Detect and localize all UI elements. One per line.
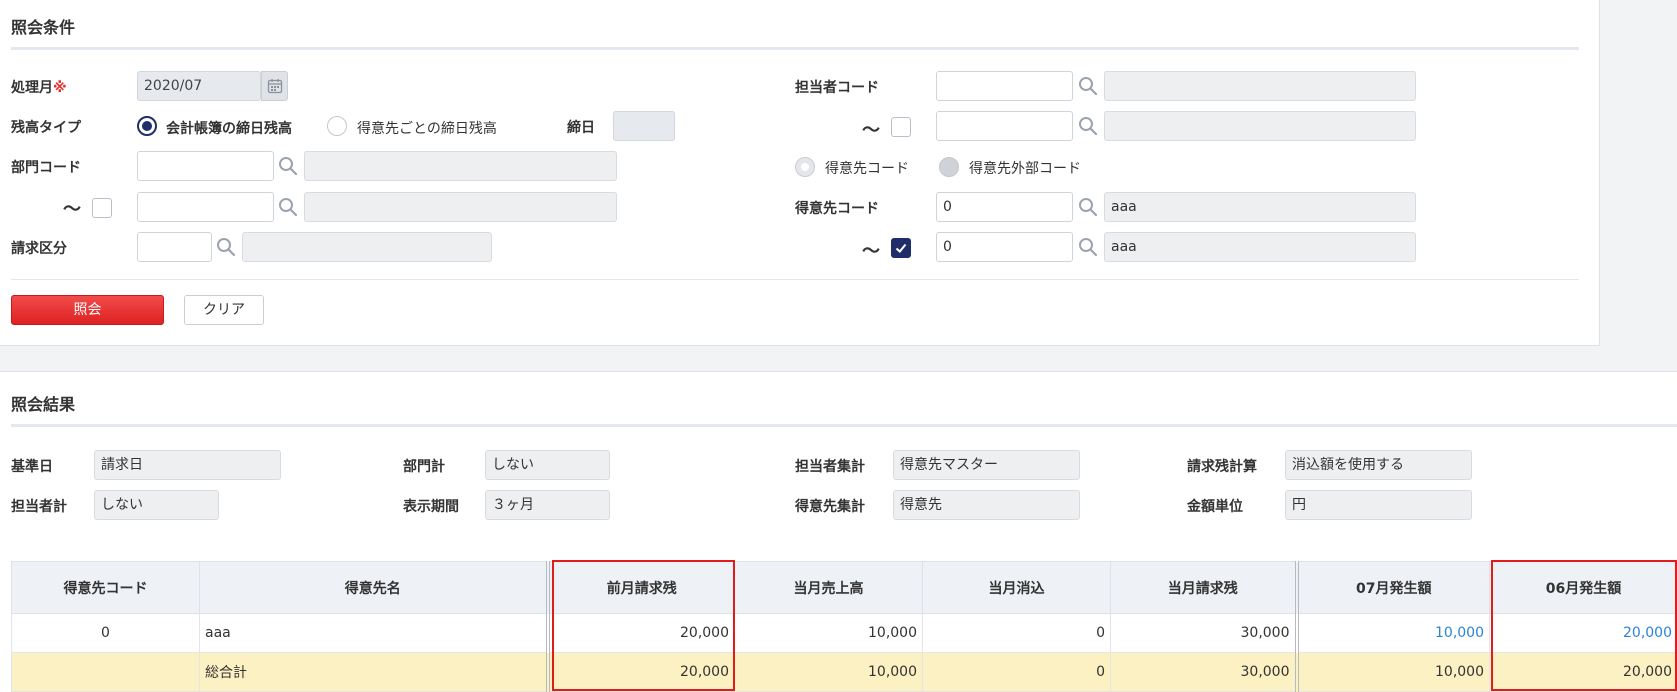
total-cell-name: 総合計 bbox=[199, 652, 548, 692]
month-label: 処理月※ bbox=[11, 80, 67, 96]
month-input[interactable]: 2020/07 bbox=[137, 71, 261, 101]
staff-agg-value: 得意先マスター bbox=[893, 450, 1080, 480]
cell-balance: 30,000 bbox=[1110, 613, 1297, 653]
closing-day-label: 締日 bbox=[567, 120, 595, 136]
results-title-divider bbox=[11, 424, 1677, 427]
customer-code-type-opt2-label: 得意先外部コード bbox=[969, 161, 1081, 177]
billing-div-search-icon[interactable] bbox=[216, 237, 236, 257]
search-button[interactable]: 照会 bbox=[11, 295, 164, 325]
customer-to-search-icon[interactable] bbox=[1078, 237, 1098, 257]
dept-total-label: 部門計 bbox=[403, 459, 445, 475]
col-header-m07[interactable]: 07月発生額 bbox=[1294, 561, 1490, 614]
calendar-icon[interactable] bbox=[261, 71, 288, 101]
staff-code-to-input[interactable] bbox=[936, 111, 1073, 141]
cell-m06-link[interactable]: 20,000 bbox=[1489, 613, 1677, 653]
staff-code-from-input[interactable] bbox=[936, 71, 1073, 101]
dept-from-search-icon[interactable] bbox=[278, 156, 298, 176]
customer-code-to-input[interactable]: 0 bbox=[936, 232, 1073, 262]
customer-agg-value: 得意先 bbox=[893, 490, 1080, 520]
staff-from-search-icon[interactable] bbox=[1078, 76, 1098, 96]
balance-type-radio-customer[interactable] bbox=[327, 116, 347, 136]
col-header-balance[interactable]: 当月請求残 bbox=[1110, 561, 1297, 614]
dept-range-tilde: ～ bbox=[63, 199, 81, 220]
balance-type-opt2-label: 得意先ごとの締日残高 bbox=[357, 121, 497, 137]
col-header-customer-code[interactable]: 得意先コード bbox=[11, 561, 200, 614]
query-conditions-panel: 照会条件 処理月※ 2020/07 残高タイプ 会計帳簿の締日残高 得意先ごとの… bbox=[0, 0, 1600, 346]
customer-code-from-name: aaa bbox=[1104, 192, 1416, 222]
customer-code-from-input[interactable]: 0 bbox=[936, 192, 1073, 222]
total-cell-m06: 20,000 bbox=[1489, 652, 1677, 692]
cell-m07-link[interactable]: 10,000 bbox=[1294, 613, 1490, 653]
table-header-row: 得意先コード 得意先名 前月請求残 当月売上高 当月消込 当月請求残 07月発生… bbox=[11, 561, 1677, 614]
col-header-m06[interactable]: 06月発生額 bbox=[1489, 561, 1677, 614]
cell-customer-name: aaa bbox=[199, 613, 548, 653]
unit-value: 円 bbox=[1285, 490, 1472, 520]
table-row[interactable]: 0 aaa 20,000 10,000 0 30,000 10,000 20,0… bbox=[11, 613, 1677, 653]
clear-button[interactable]: クリア bbox=[184, 295, 264, 325]
cell-customer-code: 0 bbox=[11, 613, 200, 653]
results-section-title: 照会結果 bbox=[11, 395, 76, 414]
total-cell-sales: 10,000 bbox=[734, 652, 923, 692]
dept-total-value: しない bbox=[485, 450, 610, 480]
dept-code-label: 部門コード bbox=[11, 160, 81, 176]
customer-code-to-name: aaa bbox=[1104, 232, 1416, 262]
period-value: ３ヶ月 bbox=[485, 490, 610, 520]
staff-to-search-icon[interactable] bbox=[1078, 116, 1098, 136]
cell-cleared: 0 bbox=[922, 613, 1111, 653]
base-date-label: 基準日 bbox=[11, 459, 53, 475]
query-section-title: 照会条件 bbox=[11, 18, 76, 37]
dept-code-from-input[interactable] bbox=[137, 151, 274, 181]
total-cell-code bbox=[11, 652, 200, 692]
dept-range-checkbox[interactable] bbox=[92, 198, 112, 218]
table-total-row: 総合計 20,000 10,000 0 30,000 10,000 20,000 bbox=[11, 652, 1677, 692]
dept-code-to-name bbox=[304, 192, 617, 222]
staff-code-label: 担当者コード bbox=[795, 80, 879, 96]
customer-code-type-opt1-label: 得意先コード bbox=[825, 161, 909, 177]
period-label: 表示期間 bbox=[403, 499, 459, 515]
col-header-customer-name[interactable]: 得意先名 bbox=[199, 561, 548, 614]
total-cell-cleared: 0 bbox=[922, 652, 1111, 692]
col-header-prev-balance[interactable]: 前月請求残 bbox=[545, 561, 735, 614]
closing-day-input[interactable] bbox=[613, 111, 675, 141]
billing-div-input[interactable] bbox=[137, 232, 212, 262]
staff-code-to-name bbox=[1104, 111, 1416, 141]
results-table: 得意先コード 得意先名 前月請求残 当月売上高 当月消込 当月請求残 07月発生… bbox=[11, 561, 1677, 692]
dept-to-search-icon[interactable] bbox=[278, 197, 298, 217]
staff-agg-label: 担当者集計 bbox=[795, 459, 865, 475]
cell-sales: 10,000 bbox=[734, 613, 923, 653]
customer-code-type-radio-external[interactable] bbox=[939, 157, 959, 177]
customer-agg-label: 得意先集計 bbox=[795, 499, 865, 515]
customer-from-search-icon[interactable] bbox=[1078, 197, 1098, 217]
query-title-divider bbox=[11, 47, 1579, 50]
dept-code-from-name bbox=[304, 151, 617, 181]
staff-total-label: 担当者計 bbox=[11, 499, 67, 515]
staff-total-value: しない bbox=[94, 490, 219, 520]
base-date-value: 請求日 bbox=[94, 450, 281, 480]
customer-range-tilde: ～ bbox=[862, 241, 880, 262]
required-mark: ※ bbox=[53, 80, 67, 96]
billing-div-label: 請求区分 bbox=[11, 241, 67, 257]
balance-calc-value: 消込額を使用する bbox=[1285, 450, 1472, 480]
query-actions-divider bbox=[11, 279, 1579, 280]
balance-type-label: 残高タイプ bbox=[11, 120, 81, 136]
staff-code-from-name bbox=[1104, 71, 1416, 101]
total-cell-prev-balance: 20,000 bbox=[545, 652, 735, 692]
cell-prev-balance: 20,000 bbox=[545, 613, 735, 653]
staff-range-checkbox[interactable] bbox=[891, 117, 911, 137]
unit-label: 金額単位 bbox=[1187, 499, 1243, 515]
billing-div-name bbox=[242, 232, 492, 262]
dept-code-to-input[interactable] bbox=[137, 192, 274, 222]
customer-code-label: 得意先コード bbox=[795, 201, 879, 217]
balance-type-radio-ledger[interactable] bbox=[137, 116, 157, 136]
balance-calc-label: 請求残計算 bbox=[1187, 459, 1257, 475]
total-cell-balance: 30,000 bbox=[1110, 652, 1297, 692]
balance-type-opt1-label: 会計帳簿の締日残高 bbox=[166, 121, 292, 137]
total-cell-m07: 10,000 bbox=[1294, 652, 1490, 692]
col-header-cleared[interactable]: 当月消込 bbox=[922, 561, 1111, 614]
customer-code-type-radio-internal[interactable] bbox=[795, 157, 815, 177]
customer-range-checkbox[interactable] bbox=[891, 238, 911, 258]
col-header-sales[interactable]: 当月売上高 bbox=[734, 561, 923, 614]
staff-range-tilde: ～ bbox=[862, 120, 880, 141]
